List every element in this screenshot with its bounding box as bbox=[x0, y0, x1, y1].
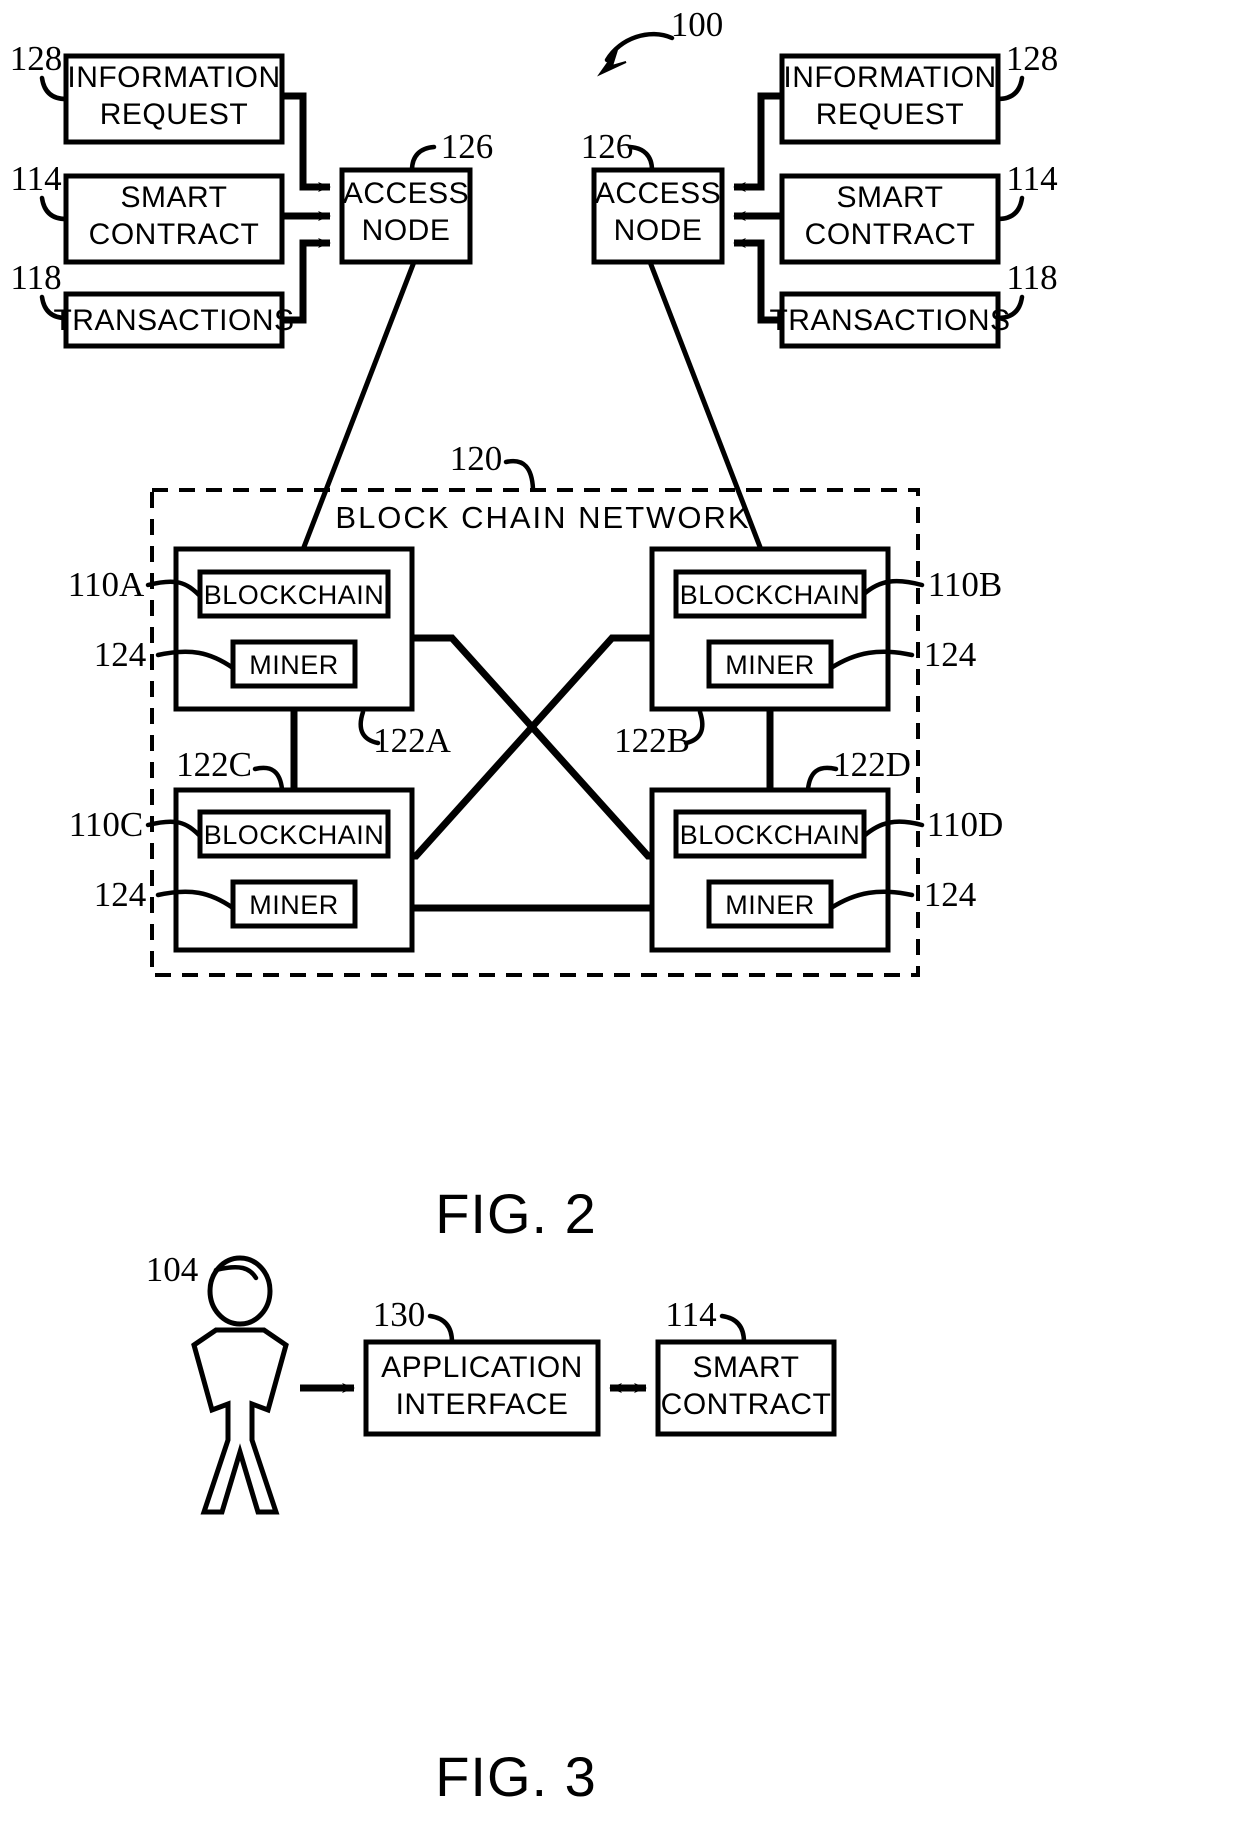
right-access-node-label-1: ACCESS bbox=[595, 177, 721, 210]
blockchain-network-title: BLOCK CHAIN NETWORK bbox=[335, 500, 750, 535]
ref-label-130: 130 bbox=[373, 1295, 426, 1334]
node-122a-blockchain-label: BLOCKCHAIN bbox=[204, 580, 385, 610]
ref-label-124-a: 124 bbox=[94, 635, 147, 674]
right-smart-contract-box[interactable]: SMART CONTRACT bbox=[779, 173, 1001, 265]
right-transactions-box[interactable]: TRANSACTIONS bbox=[769, 291, 1010, 349]
ref-label-128-left: 128 bbox=[10, 39, 63, 78]
left-smart-contract-label-2: CONTRACT bbox=[89, 218, 260, 251]
node-122d-node-ref: 122D bbox=[805, 745, 911, 792]
fig3-smart-contract-box[interactable]: SMART CONTRACT bbox=[655, 1339, 837, 1437]
ref-label-114-fig3: 114 bbox=[665, 1295, 716, 1334]
ref-label-110b: 110B bbox=[928, 565, 1003, 604]
ref-label-100: 100 bbox=[671, 5, 724, 44]
ref-label-124-c: 124 bbox=[94, 875, 147, 914]
ref-label-118-left: 118 bbox=[10, 258, 61, 297]
blockchain-node-122b[interactable]: BLOCKCHAIN MINER bbox=[649, 546, 891, 712]
left-connector-information-request bbox=[282, 92, 331, 192]
node-122a-node-ref: 122A bbox=[358, 709, 452, 760]
right-ref-114: 114 bbox=[995, 159, 1058, 222]
left-smart-contract-box[interactable]: SMART CONTRACT bbox=[63, 173, 285, 265]
ref-label-122b: 122B bbox=[614, 721, 690, 760]
figure-2-caption: FIG. 2 bbox=[435, 1182, 597, 1245]
right-access-node-label-2: NODE bbox=[614, 214, 703, 247]
ref-label-122c: 122C bbox=[176, 745, 252, 784]
left-information-request-label-2: REQUEST bbox=[100, 98, 249, 131]
right-connector-information-request bbox=[733, 92, 782, 192]
ref-label-110c: 110C bbox=[69, 805, 144, 844]
blockchain-node-122c[interactable]: BLOCKCHAIN MINER bbox=[173, 787, 415, 953]
left-access-node-label-1: ACCESS bbox=[343, 177, 469, 210]
blockchain-node-122a[interactable]: BLOCKCHAIN MINER bbox=[173, 546, 415, 712]
ref-label-110a: 110A bbox=[68, 565, 145, 604]
ref-label-114-left: 114 bbox=[10, 159, 61, 198]
left-ref-128: 128 bbox=[10, 39, 69, 102]
ref-label-118-right: 118 bbox=[1006, 258, 1057, 297]
user-figure-104[interactable] bbox=[191, 1255, 289, 1515]
node-122d-miner-label: MINER bbox=[725, 890, 815, 920]
node-122c-blockchain-label: BLOCKCHAIN bbox=[204, 820, 385, 850]
right-smart-contract-label-1: SMART bbox=[837, 181, 944, 214]
application-interface-label-1: APPLICATION bbox=[381, 1351, 583, 1384]
left-smart-contract-label-1: SMART bbox=[121, 181, 228, 214]
left-transactions-label: TRANSACTIONS bbox=[53, 304, 294, 337]
system-ref-100: 100 bbox=[597, 5, 724, 77]
network-ref-120: 120 bbox=[450, 439, 536, 492]
application-interface-label-2: INTERFACE bbox=[396, 1388, 569, 1421]
ref-label-110d: 110D bbox=[927, 805, 1003, 844]
ref-label-124-b: 124 bbox=[924, 635, 977, 674]
left-information-request-label-1: INFORMATION bbox=[67, 61, 280, 94]
right-ref-128: 128 bbox=[995, 39, 1059, 102]
right-information-request-box[interactable]: INFORMATION REQUEST bbox=[779, 53, 1001, 145]
ref-label-126-right: 126 bbox=[581, 127, 634, 166]
node-122d-blockchain-label: BLOCKCHAIN bbox=[680, 820, 861, 850]
right-information-request-label-1: INFORMATION bbox=[783, 61, 996, 94]
left-ref-114: 114 bbox=[10, 159, 69, 222]
left-ref-126: 126 bbox=[409, 127, 494, 173]
application-interface-box[interactable]: APPLICATION INTERFACE bbox=[363, 1339, 601, 1437]
left-information-request-box[interactable]: INFORMATION REQUEST bbox=[63, 53, 285, 145]
node-122a-miner-label: MINER bbox=[249, 650, 339, 680]
right-information-request-label-2: REQUEST bbox=[816, 98, 965, 131]
ref-label-126-left: 126 bbox=[441, 127, 494, 166]
ref-label-104: 104 bbox=[146, 1250, 199, 1289]
application-interface-ref-130: 130 bbox=[373, 1295, 455, 1345]
right-access-node-box[interactable]: ACCESS NODE bbox=[591, 167, 725, 265]
right-ref-126: 126 bbox=[581, 127, 655, 173]
right-transactions-label: TRANSACTIONS bbox=[769, 304, 1010, 337]
left-transactions-box[interactable]: TRANSACTIONS bbox=[53, 291, 294, 349]
user-body bbox=[191, 1327, 289, 1515]
left-access-node-label-2: NODE bbox=[362, 214, 451, 247]
ref-label-122a: 122A bbox=[373, 721, 452, 760]
node-122b-blockchain-label: BLOCKCHAIN bbox=[680, 580, 861, 610]
node-122c-node-ref: 122C bbox=[176, 745, 285, 792]
fig3-smart-contract-label-2: CONTRACT bbox=[661, 1388, 832, 1421]
ref-label-114-right: 114 bbox=[1006, 159, 1057, 198]
ref-label-120: 120 bbox=[450, 439, 503, 478]
patent-drawing-sheet: 100 INFORMATION REQUEST 128 SMART CONTRA… bbox=[0, 0, 1240, 1829]
ref-label-122d: 122D bbox=[833, 745, 911, 784]
left-access-node-box[interactable]: ACCESS NODE bbox=[339, 167, 473, 265]
ref-label-128-right: 128 bbox=[1006, 39, 1059, 78]
ref-label-124-d: 124 bbox=[924, 875, 977, 914]
node-122b-node-ref: 122B bbox=[614, 709, 705, 760]
right-smart-contract-label-2: CONTRACT bbox=[805, 218, 976, 251]
figure-3-caption: FIG. 3 bbox=[435, 1745, 597, 1808]
fig3-smart-contract-label-1: SMART bbox=[693, 1351, 800, 1384]
node-122c-miner-label: MINER bbox=[249, 890, 339, 920]
blockchain-node-122d[interactable]: BLOCKCHAIN MINER bbox=[649, 787, 891, 953]
node-122b-miner-label: MINER bbox=[725, 650, 815, 680]
fig3-smart-contract-ref-114: 114 bbox=[665, 1295, 747, 1345]
